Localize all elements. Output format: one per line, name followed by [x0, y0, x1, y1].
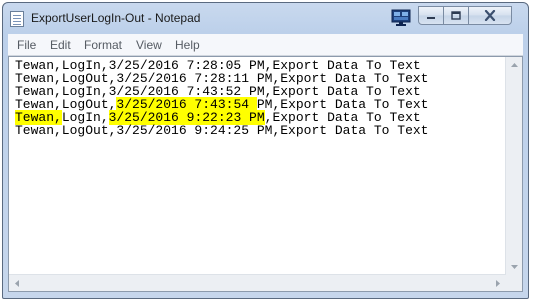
text-editor[interactable]: Tewan,LogIn,3/25/2016 7:28:05 PM,Export … [8, 56, 523, 292]
scroll-down-button[interactable] [506, 259, 522, 275]
scroll-left-button[interactable] [9, 275, 25, 291]
horizontal-scrollbar[interactable] [9, 274, 506, 291]
arrow-right-icon [496, 279, 500, 287]
notepad-window: ExportUserLogIn-Out - Notepad File Edit … [2, 2, 529, 299]
menu-help[interactable]: Help [175, 38, 200, 52]
monitor-icon[interactable] [391, 9, 411, 27]
title-bar[interactable]: ExportUserLogIn-Out - Notepad [3, 3, 528, 33]
close-icon [484, 10, 496, 21]
close-button[interactable] [468, 6, 512, 25]
maximize-icon [451, 11, 461, 20]
arrow-left-icon [15, 279, 19, 287]
menu-view[interactable]: View [136, 38, 162, 52]
editor-content[interactable]: Tewan,LogIn,3/25/2016 7:28:05 PM,Export … [15, 59, 429, 137]
notepad-icon [10, 11, 24, 27]
scroll-right-button[interactable] [490, 275, 506, 291]
text-line: Tewan,LogOut,3/25/2016 9:24:25 PM,Export… [15, 123, 429, 138]
maximize-button[interactable] [443, 6, 469, 25]
arrow-up-icon [510, 63, 518, 67]
minimize-icon [427, 16, 435, 19]
menu-bar: File Edit Format View Help [8, 34, 523, 56]
minimize-button[interactable] [418, 6, 444, 25]
window-title: ExportUserLogIn-Out - Notepad [31, 11, 201, 25]
menu-file[interactable]: File [17, 38, 36, 52]
vertical-scrollbar[interactable] [505, 57, 522, 275]
scroll-up-button[interactable] [506, 57, 522, 73]
menu-edit[interactable]: Edit [50, 38, 71, 52]
menu-format[interactable]: Format [84, 38, 122, 52]
resize-grip[interactable] [506, 275, 522, 291]
arrow-down-icon [510, 265, 518, 269]
